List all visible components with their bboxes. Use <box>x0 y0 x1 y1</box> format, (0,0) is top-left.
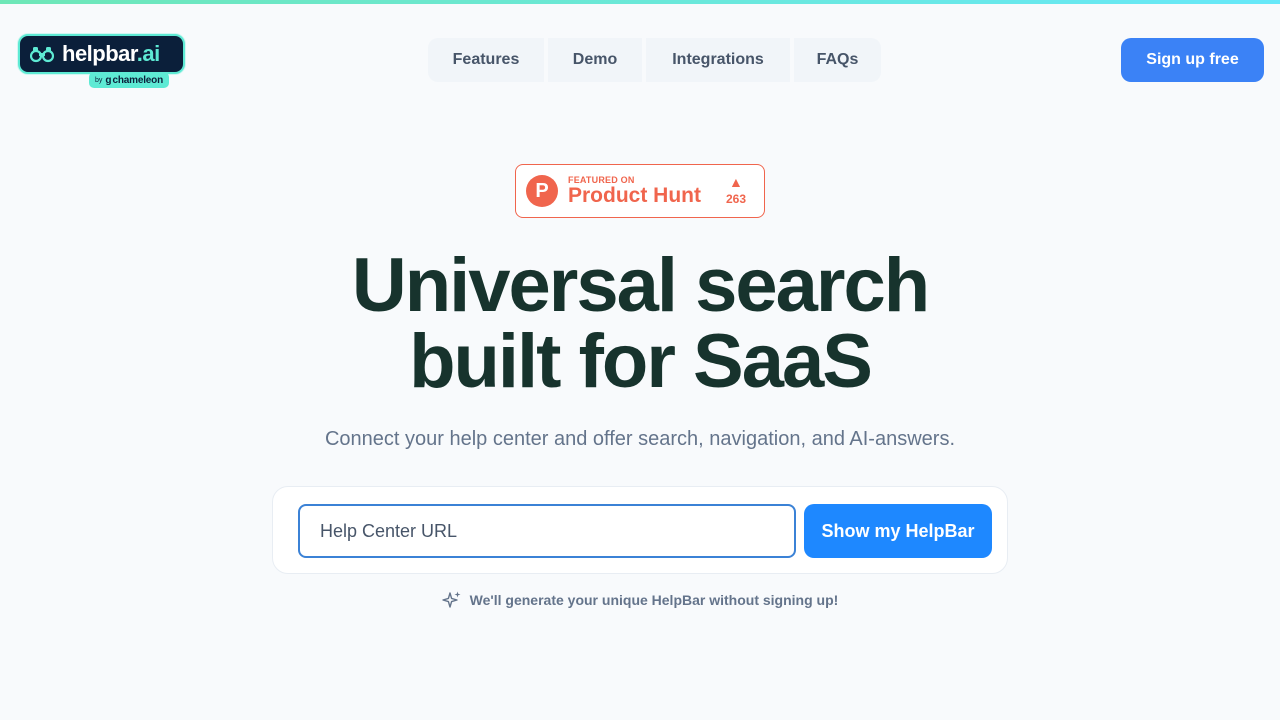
nav-demo[interactable]: Demo <box>548 38 642 82</box>
hint-row: We'll generate your unique HelpBar witho… <box>0 590 1280 610</box>
hero-subtitle: Connect your help center and offer searc… <box>324 428 955 450</box>
upvote-arrow-icon: ▲ <box>729 174 743 190</box>
top-gradient-strip <box>0 0 1280 4</box>
binoculars-icon <box>30 44 56 64</box>
main-nav: Features Demo Integrations FAQs <box>428 38 881 82</box>
search-card: Show my HelpBar <box>272 486 1008 574</box>
badge-by-text: by <box>95 76 103 84</box>
helpbar-logo[interactable]: helpbar.ai <box>18 34 185 74</box>
chameleon-icon: ɡ <box>105 74 112 86</box>
product-hunt-icon: P <box>526 175 558 207</box>
show-helpbar-button[interactable]: Show my HelpBar <box>804 504 992 558</box>
hero-title: Universal search built for SaaS <box>0 248 1280 400</box>
help-center-url-input[interactable] <box>298 504 796 558</box>
chameleon-badge: by ɡ chameleon <box>89 72 169 88</box>
product-hunt-text: FEATURED ON Product Hunt <box>568 175 701 207</box>
hero-title-line-2: built for SaaS <box>409 319 873 404</box>
hero-title-line-1: Universal search <box>351 243 930 328</box>
upvote-count: 263 <box>725 192 746 206</box>
nav-integrations[interactable]: Integrations <box>646 38 790 82</box>
logo-suffix: .ai <box>136 41 160 66</box>
product-hunt-name: Product Hunt <box>568 184 701 207</box>
logo-name: helpbar <box>62 41 137 66</box>
sign-up-button[interactable]: Sign up free <box>1121 38 1264 82</box>
upvote-group: ▲ 263 <box>726 174 746 206</box>
nav-faqs[interactable]: FAQs <box>794 38 881 82</box>
product-hunt-badge[interactable]: P FEATURED ON Product Hunt ▲ 263 <box>515 164 765 218</box>
hint-text: We'll generate your unique HelpBar witho… <box>469 592 839 608</box>
badge-brand-text: chameleon <box>112 74 164 86</box>
sparkle-icon <box>441 590 462 610</box>
logo-wordmark: helpbar.ai <box>62 41 160 67</box>
nav-features[interactable]: Features <box>428 38 544 82</box>
